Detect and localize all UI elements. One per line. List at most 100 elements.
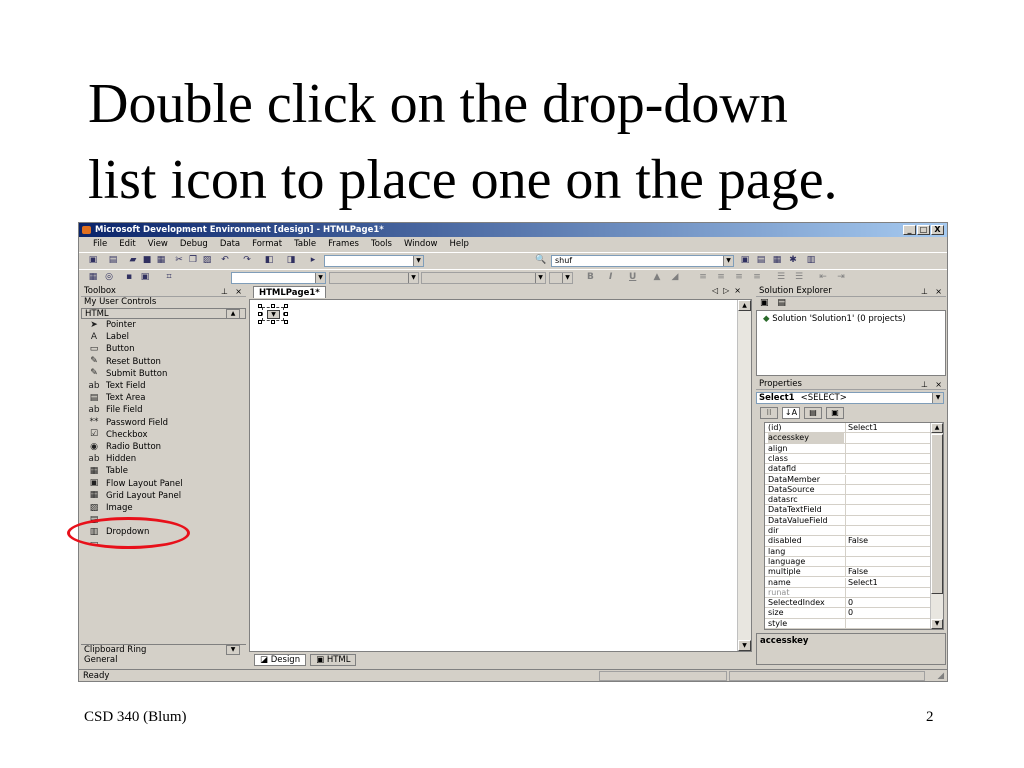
property-row[interactable]: language [765,556,930,568]
configuration-combo[interactable]: ▼ [324,255,424,267]
resize-handle[interactable] [271,320,275,324]
scroll-thumb[interactable] [931,434,943,594]
menu-help[interactable]: Help [443,238,474,251]
editor-scrollbar[interactable]: ▲ ▼ [737,300,751,651]
property-row[interactable]: disabled False [765,536,930,547]
toolbox-scroll-up[interactable]: ▲ [226,309,240,319]
cut-icon[interactable]: ✂ [173,255,185,266]
toolbox-item-hidden[interactable]: ab Hidden [88,453,136,465]
close-icon[interactable]: × [935,286,942,297]
menu-file[interactable]: File [87,238,113,251]
property-grid-scrollbar[interactable]: ▲ ▼ [930,423,943,629]
property-row[interactable]: dir [765,526,930,537]
pin-icon[interactable]: ⊥ [921,379,928,390]
toolbox-item-image[interactable]: ▨ Image [88,502,133,514]
pin-icon[interactable]: ⊥ [221,286,228,297]
close-icon[interactable]: × [734,286,746,295]
toolbox-item-text-area[interactable]: ▤ Text Area [88,392,146,404]
toolbox-item-flow-layout-panel[interactable]: ▣ Flow Layout Panel [88,478,183,490]
foreground-color-icon[interactable]: ▲ [651,272,663,283]
resize-handle[interactable] [271,304,275,308]
property-row[interactable]: align [765,443,930,454]
italic-button[interactable]: I [609,272,612,282]
toolbox-item-reset-button[interactable]: ✎ Reset Button [88,356,161,368]
property-row[interactable]: style [765,618,930,629]
window-titlebar[interactable]: Microsoft Development Environment [desig… [79,223,947,237]
navigate-back-icon[interactable]: ◧ [263,255,275,266]
object-selector[interactable]: Select1 <SELECT> ▼ [756,392,944,404]
tab-design[interactable]: ◪ Design [254,654,307,666]
options-icon[interactable]: ▥ [805,255,817,266]
menu-format[interactable]: Format [246,238,288,251]
properties-icon[interactable]: ▣ [760,298,769,308]
menu-frames[interactable]: Frames [322,238,365,251]
toolbox-item-button[interactable]: ▭ Button [88,343,135,355]
bulleted-list-icon[interactable]: ☰ [793,272,805,283]
solution-explorer-icon[interactable]: ▣ [739,255,751,266]
property-row[interactable]: size 0 [765,608,930,619]
align-right-icon[interactable]: ≡ [733,272,745,283]
align-left-icon[interactable]: ≡ [697,272,709,283]
positioning-icon[interactable]: ◎ [103,272,115,283]
design-surface[interactable]: ▼ ▲ ▼ [249,299,752,652]
pin-icon[interactable]: ⊥ [921,286,928,297]
numbered-list-icon[interactable]: ☰ [775,272,787,283]
menu-edit[interactable]: Edit [113,238,141,251]
navigate-forward-icon[interactable]: ◨ [285,255,297,266]
property-row[interactable]: (id) Select1 [765,423,930,434]
property-row[interactable]: class [765,453,930,465]
new-project-icon[interactable]: ▣ [87,255,99,266]
property-row[interactable]: DataTextField [765,505,930,516]
class-view-icon[interactable]: ▦ [771,255,783,266]
toolbox-item-text-field[interactable]: ab Text Field [88,380,145,392]
scroll-up-icon[interactable]: ▲ [738,300,751,311]
show-all-files-icon[interactable]: ▤ [777,298,786,308]
toolbox-section-user-controls[interactable]: My User Controls [81,297,246,308]
properties-view-icon[interactable]: ▤ [804,407,822,419]
save-icon[interactable]: ■ [141,255,153,266]
align-center-icon[interactable]: ≡ [715,272,727,283]
block-format-combo[interactable]: ▼ [231,272,326,284]
design-grid-icon[interactable]: ▦ [87,272,99,283]
close-icon[interactable]: × [935,379,942,390]
resize-handle[interactable] [258,320,262,324]
resize-handle[interactable] [284,320,288,324]
property-row[interactable]: datafld [765,464,930,475]
select1-control[interactable]: ▼ [262,307,284,321]
property-pages-icon[interactable]: ▣ [826,407,844,419]
scroll-down-icon[interactable]: ▼ [931,619,943,629]
resize-handle[interactable] [284,312,288,316]
save-all-icon[interactable]: ▦ [155,255,167,266]
menu-view[interactable]: View [142,238,174,251]
resize-grip-icon[interactable]: ◢ [937,670,944,681]
properties-window-icon[interactable]: ▤ [755,255,767,266]
property-row[interactable]: SelectedIndex 0 [765,598,930,609]
show-grid-icon[interactable]: ▣ [139,272,151,283]
lock-icon[interactable]: ▪ [123,272,135,283]
font-size-combo[interactable]: ▼ [421,272,546,284]
copy-icon[interactable]: ❐ [187,255,199,266]
resize-handle[interactable] [284,304,288,308]
property-row[interactable]: multiple False [765,567,930,578]
close-icon[interactable]: × [235,286,242,297]
toolbox-item-pointer[interactable]: ➤ Pointer [88,319,136,331]
undo-icon[interactable]: ↶ [219,255,231,266]
tab-next-icon[interactable]: ▷ [723,286,734,295]
scroll-up-icon[interactable]: ▲ [931,423,943,433]
toolbox-icon[interactable]: ✱ [787,255,799,266]
bold-button[interactable]: B [587,272,594,282]
toolbox-item-file-field[interactable]: ab File Field [88,404,142,416]
font-name-combo[interactable]: ▼ [329,272,419,284]
toolbox-item-radio-button[interactable]: ◉ Radio Button [88,441,161,453]
toolbox-item-label[interactable]: A Label [88,331,129,343]
tab-html[interactable]: ▣ HTML [310,654,357,666]
justify-icon[interactable]: ≡ [751,272,763,283]
absolute-position-icon[interactable]: ⌗ [163,272,175,283]
property-row[interactable]: DataSource [765,484,930,496]
property-row[interactable]: DataValueField [765,515,930,526]
start-icon[interactable]: ▸ [307,255,319,266]
close-button[interactable]: X [931,225,944,235]
resize-handle[interactable] [258,312,262,316]
solution-node[interactable]: ◆ Solution 'Solution1' (0 projects) [763,314,906,324]
menu-tools[interactable]: Tools [365,238,398,251]
